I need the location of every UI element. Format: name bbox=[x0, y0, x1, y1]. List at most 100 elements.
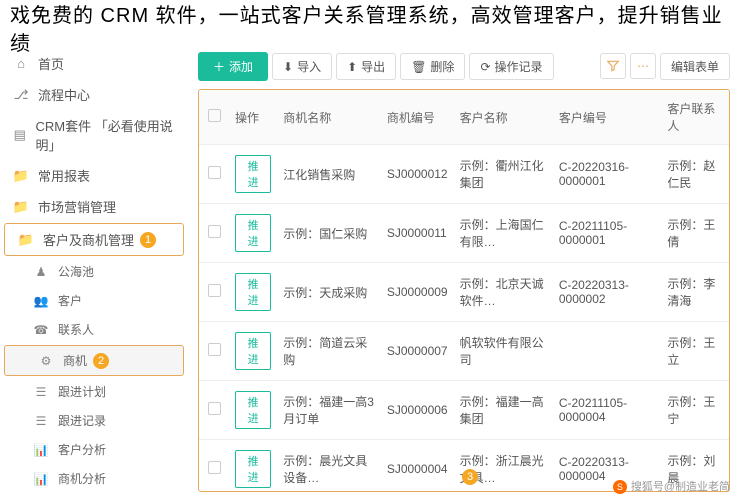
column-header[interactable]: 客户联系人 bbox=[661, 90, 729, 145]
cell-customer[interactable]: 示例：衢州江化集团 bbox=[454, 145, 553, 204]
import-button[interactable]: ⬇导入 bbox=[272, 53, 332, 80]
sidebar-item-2[interactable]: ▤ CRM套件 「必看使用说明」 bbox=[0, 110, 188, 160]
annotation-badge: 2 bbox=[93, 353, 109, 369]
sidebar-item-0[interactable]: ⌂首页 bbox=[0, 48, 188, 79]
sidebar-item-label: 首页 bbox=[38, 54, 64, 73]
doc-icon: ▤ bbox=[12, 127, 28, 143]
advance-button[interactable]: 推进 bbox=[235, 391, 271, 429]
sidebar-item-5[interactable]: 📁客户及商机管理1 bbox=[4, 223, 184, 256]
sidebar-item-label: 客户分析 bbox=[58, 441, 106, 458]
advance-button[interactable]: 推进 bbox=[235, 273, 271, 311]
table-container: 操作商机名称商机编号客户名称客户编号客户联系人 推进 江化销售采购 SJ0000… bbox=[198, 89, 730, 492]
column-header[interactable]: 商机名称 bbox=[277, 90, 381, 145]
sidebar-item-label: 跟进记录 bbox=[58, 412, 106, 429]
data-table: 操作商机名称商机编号客户名称客户编号客户联系人 推进 江化销售采购 SJ0000… bbox=[199, 90, 729, 492]
list-icon: ☰ bbox=[32, 385, 50, 399]
upload-icon: ⬆ bbox=[347, 60, 357, 74]
cell-code: SJ0000004 bbox=[381, 440, 454, 493]
dots-icon: ⋯ bbox=[637, 59, 649, 73]
cell-custcode: C-20220313-0000002 bbox=[553, 263, 662, 322]
add-button[interactable]: ＋添加 bbox=[198, 52, 268, 81]
cell-code: SJ0000011 bbox=[381, 204, 454, 263]
sidebar-item-14[interactable]: 📁产品报价管理 bbox=[0, 493, 188, 500]
cell-customer[interactable]: 示例：上海国仁有限… bbox=[454, 204, 553, 263]
sidebar-item-3[interactable]: 📁 常用报表 bbox=[0, 160, 188, 191]
cell-name[interactable]: 示例：简道云采购 bbox=[277, 322, 381, 381]
cell-name[interactable]: 示例：国仁采购 bbox=[277, 204, 381, 263]
folder-icon: 📁 bbox=[12, 199, 30, 215]
sidebar-item-label: 跟进计划 bbox=[58, 383, 106, 400]
row-checkbox[interactable] bbox=[208, 343, 221, 356]
row-checkbox[interactable] bbox=[208, 284, 221, 297]
cell-name[interactable]: 示例：天成采购 bbox=[277, 263, 381, 322]
list-icon: ☰ bbox=[32, 414, 50, 428]
sidebar-item-7[interactable]: 👥客户 bbox=[0, 286, 188, 315]
filter-icon bbox=[606, 59, 620, 73]
advance-button[interactable]: 推进 bbox=[235, 214, 271, 252]
sohu-logo-icon: S bbox=[613, 480, 627, 494]
download-icon: ⬇ bbox=[283, 60, 293, 74]
row-checkbox[interactable] bbox=[208, 225, 221, 238]
chart-icon: 📊 bbox=[32, 472, 50, 486]
sidebar-item-label: 常用报表 bbox=[38, 166, 90, 185]
folder-icon: 📁 bbox=[12, 168, 30, 184]
export-button[interactable]: ⬆导出 bbox=[336, 53, 396, 80]
cell-code: SJ0000012 bbox=[381, 145, 454, 204]
advance-button[interactable]: 推进 bbox=[235, 332, 271, 370]
sidebar-item-label: 流程中心 bbox=[38, 85, 90, 104]
row-checkbox[interactable] bbox=[208, 461, 221, 474]
sidebar-item-11[interactable]: ☰ 跟进记录 bbox=[0, 406, 188, 435]
sidebar-item-4[interactable]: 📁市场营销管理 bbox=[0, 191, 188, 222]
cell-name[interactable]: 示例：福建一高3月订单 bbox=[277, 381, 381, 440]
sidebar: ⌂首页 ⎇ 流程中心 ▤ CRM套件 「必看使用说明」 📁 常用报表 📁市场营销管理📁客户及商… bbox=[0, 8, 188, 500]
cell-contact: 示例：王立 bbox=[661, 322, 729, 381]
column-header[interactable]: 操作 bbox=[229, 90, 277, 145]
flow-icon: ⎇ bbox=[12, 87, 30, 103]
row-checkbox[interactable] bbox=[208, 402, 221, 415]
more-button[interactable]: ⋯ bbox=[630, 53, 656, 79]
cell-code: SJ0000009 bbox=[381, 263, 454, 322]
sidebar-item-13[interactable]: 📊商机分析 bbox=[0, 464, 188, 493]
cell-customer[interactable]: 帆软软件有限公司 bbox=[454, 322, 553, 381]
clock-icon: ⟳ bbox=[480, 60, 490, 74]
cell-custcode: C-20211105-0000004 bbox=[553, 381, 662, 440]
cell-customer[interactable]: 示例：福建一高集团 bbox=[454, 381, 553, 440]
filter-button[interactable] bbox=[600, 53, 626, 79]
toolbar: ＋添加 ⬇导入 ⬆导出 🗑删除 ⟳操作记录 ⋯ 编辑表单 bbox=[198, 52, 730, 81]
advance-button[interactable]: 推进 bbox=[235, 450, 271, 488]
main-panel: ＋添加 ⬇导入 ⬆导出 🗑删除 ⟳操作记录 ⋯ 编辑表单 操作商机名称商机编号客… bbox=[188, 8, 740, 500]
column-header[interactable]: 客户编号 bbox=[553, 90, 662, 145]
oplog-button[interactable]: ⟳操作记录 bbox=[469, 53, 553, 80]
sidebar-item-1[interactable]: ⎇ 流程中心 bbox=[0, 79, 188, 110]
folder-icon: 📁 bbox=[17, 232, 35, 248]
sidebar-item-10[interactable]: ☰ 跟进计划 bbox=[0, 377, 188, 406]
sidebar-item-12[interactable]: 📊 客户分析 bbox=[0, 435, 188, 464]
sidebar-item-8[interactable]: ☎ 联系人 bbox=[0, 315, 188, 344]
cell-contact: 示例：赵仁民 bbox=[661, 145, 729, 204]
column-header[interactable]: 客户名称 bbox=[454, 90, 553, 145]
annotation-badge-3: 3 bbox=[462, 469, 478, 485]
annotation-badge: 1 bbox=[140, 232, 156, 248]
delete-button[interactable]: 🗑删除 bbox=[400, 53, 465, 80]
chart-icon: 📊 bbox=[32, 443, 50, 457]
phone-icon: ☎ bbox=[32, 323, 50, 337]
cell-customer[interactable]: 示例：北京天诚软件… bbox=[454, 263, 553, 322]
table-row: 推进 示例：福建一高3月订单 SJ0000006 示例：福建一高集团 C-202… bbox=[199, 381, 729, 440]
cell-name[interactable]: 江化销售采购 bbox=[277, 145, 381, 204]
row-checkbox[interactable] bbox=[208, 166, 221, 179]
cell-name[interactable]: 示例：晨光文具设备… bbox=[277, 440, 381, 493]
sidebar-item-label: 联系人 bbox=[58, 321, 94, 338]
table-row: 推进 示例：天成采购 SJ0000009 示例：北京天诚软件… C-202203… bbox=[199, 263, 729, 322]
sidebar-item-label: CRM套件 「必看使用说明」 bbox=[36, 116, 177, 154]
column-header[interactable]: 商机编号 bbox=[381, 90, 454, 145]
user-icon: ♟ bbox=[32, 265, 50, 279]
sidebar-item-label: 商机 bbox=[63, 352, 87, 369]
edit-form-button[interactable]: 编辑表单 bbox=[660, 53, 730, 80]
sidebar-item-9[interactable]: ⚙商机2 bbox=[4, 345, 184, 376]
advance-button[interactable]: 推进 bbox=[235, 155, 271, 193]
cell-custcode: C-20220316-0000001 bbox=[553, 145, 662, 204]
sidebar-item-label: 客户 bbox=[58, 292, 82, 309]
sidebar-item-6[interactable]: ♟公海池 bbox=[0, 257, 188, 286]
select-all-checkbox[interactable] bbox=[208, 109, 221, 122]
table-row: 推进 江化销售采购 SJ0000012 示例：衢州江化集团 C-20220316… bbox=[199, 145, 729, 204]
